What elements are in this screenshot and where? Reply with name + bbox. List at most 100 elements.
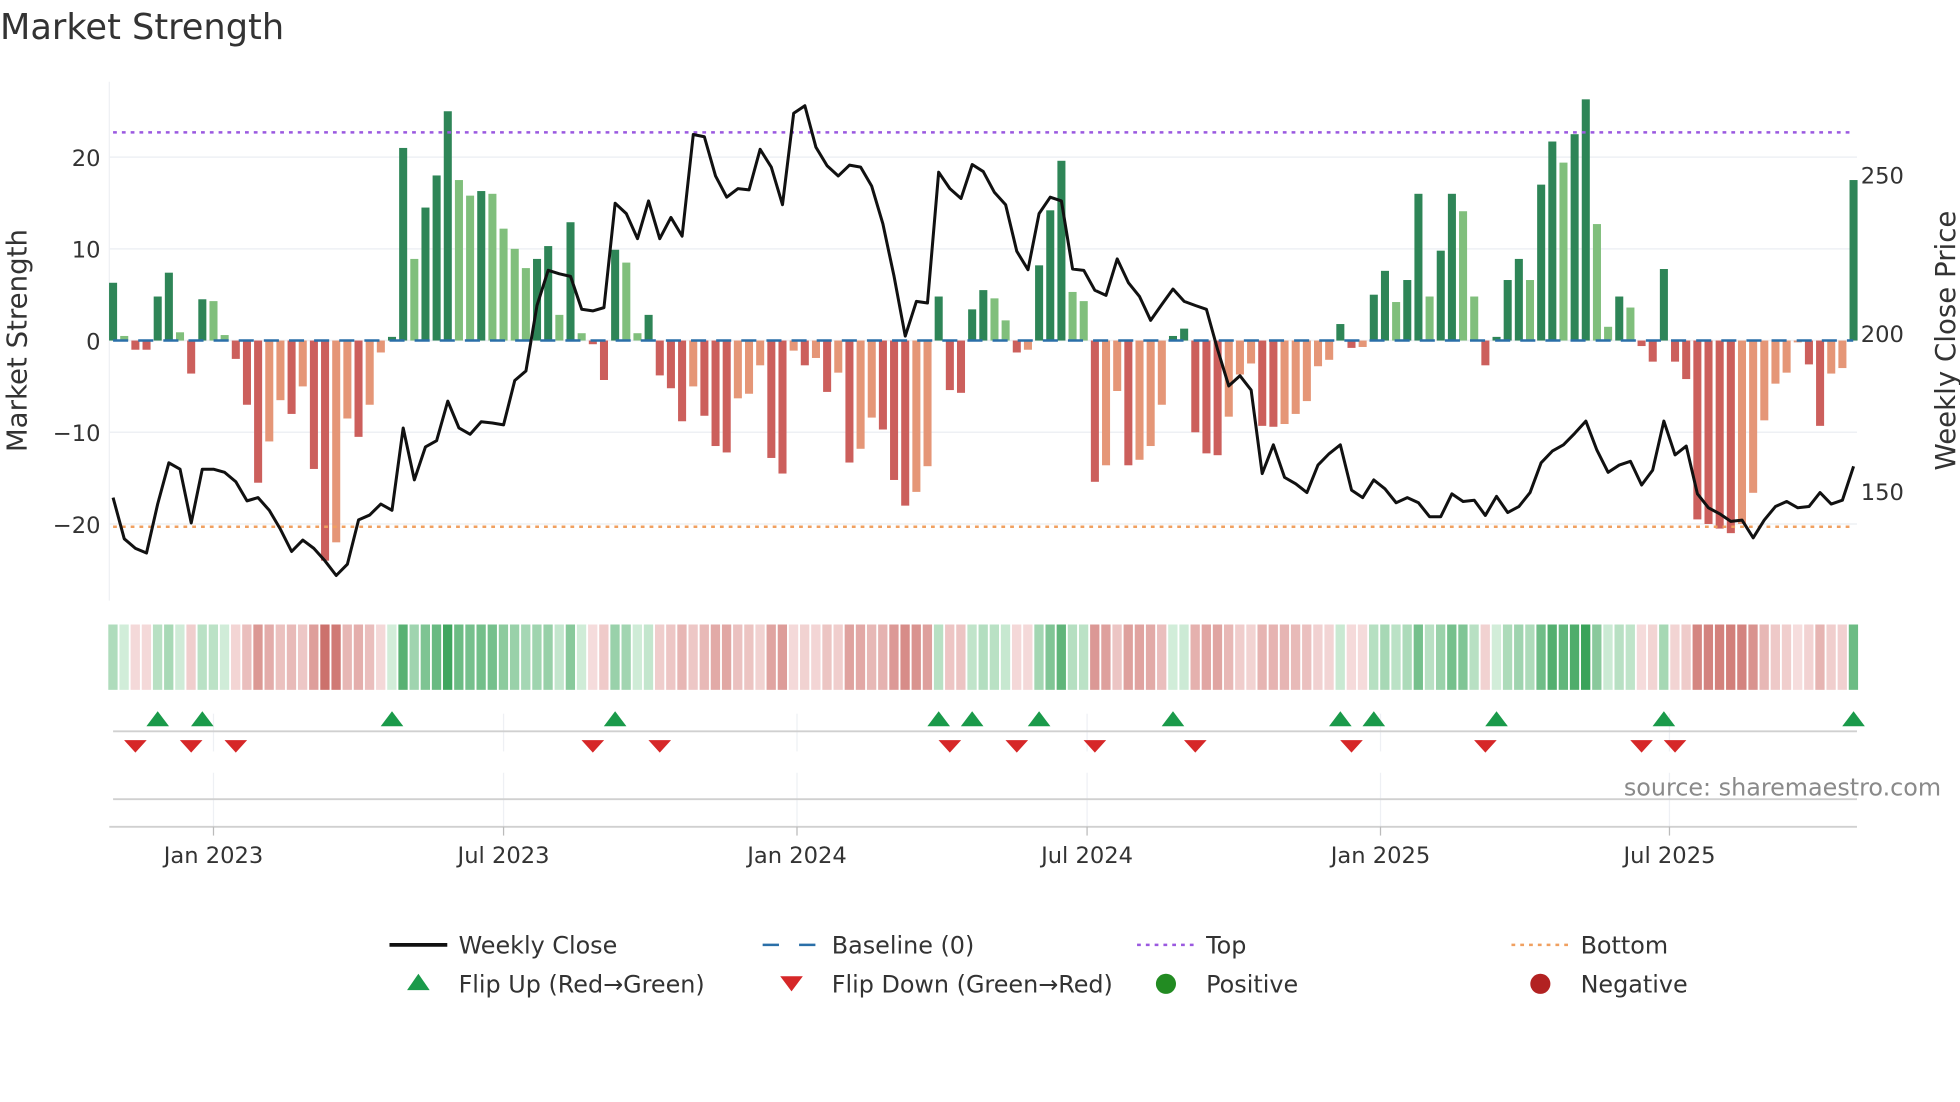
legend-label: Baseline (0) — [832, 932, 975, 960]
heat-cell — [744, 624, 754, 690]
heat-cell — [1726, 624, 1736, 690]
strength-bar — [1046, 210, 1055, 341]
heat-cell — [866, 624, 877, 690]
heat-cell — [1491, 624, 1502, 690]
flip-down-marker — [224, 740, 248, 753]
strength-bar — [968, 309, 977, 341]
heat-cell — [1056, 624, 1066, 690]
y-tick-label: 0 — [86, 329, 100, 355]
strength-bar — [979, 290, 988, 341]
heat-cell — [654, 624, 665, 690]
heat-cell — [766, 624, 776, 690]
flip-down-marker — [124, 740, 147, 753]
flip-up-marker — [603, 711, 627, 727]
strength-bar — [287, 340, 296, 414]
heat-cell — [186, 624, 196, 690]
heat-cell — [699, 624, 709, 690]
heat-cell — [387, 624, 397, 690]
strength-bar — [1604, 326, 1613, 341]
flip-down-marker — [1183, 740, 1207, 753]
heat-cell — [1525, 624, 1535, 690]
heat-cell — [1201, 624, 1211, 690]
heat-cell — [956, 624, 966, 690]
heat-cell — [454, 624, 464, 690]
heat-cell — [933, 624, 944, 690]
strength-bar — [187, 340, 196, 374]
heat-cell — [855, 624, 866, 690]
strength-bar — [1057, 160, 1066, 341]
legend: Weekly Close Baseline (0) Top Bottom Flip Up… — [389, 932, 1688, 999]
heat-cell — [1692, 624, 1702, 690]
strength-bar — [1816, 340, 1825, 426]
heat-cell — [1357, 624, 1368, 690]
flip-markers — [109, 711, 1865, 828]
x-tick-label: Jul 2023 — [456, 843, 550, 869]
heat-cell — [1781, 624, 1792, 690]
heat-cell — [1101, 624, 1111, 690]
heat-cell — [253, 624, 263, 690]
heat-cell — [1302, 624, 1312, 690]
strength-bar — [800, 340, 809, 366]
strength-bar — [1336, 324, 1345, 341]
strength-bar — [611, 249, 620, 341]
heat-cell — [1034, 624, 1044, 690]
flip-up-marker — [1485, 711, 1508, 727]
strength-bar — [432, 175, 441, 341]
heat-cell — [554, 624, 564, 690]
heat-cell — [632, 624, 642, 690]
strength-bar — [912, 340, 921, 492]
strength-bar — [1637, 340, 1646, 347]
strength-bar — [1559, 162, 1568, 341]
strength-bar — [1737, 340, 1747, 524]
heat-cell — [175, 624, 185, 690]
heat-cell — [576, 624, 587, 690]
strength-bar — [1771, 340, 1780, 384]
strength-bar — [756, 340, 765, 366]
heat-cell — [476, 624, 486, 690]
strength-bar — [633, 333, 642, 341]
heat-cell — [364, 624, 375, 690]
heat-cell — [1458, 624, 1468, 690]
heat-cell — [1592, 624, 1602, 690]
flip-up-marker — [1027, 711, 1051, 727]
strength-bar — [878, 340, 887, 430]
heat-cell — [1815, 624, 1825, 690]
heat-cell — [242, 624, 252, 690]
heat-cell — [1145, 624, 1156, 690]
strength-bar — [443, 111, 452, 341]
chart-title: Market Strength — [0, 7, 284, 48]
strength-bar — [198, 299, 207, 341]
x-tick-label: Jan 2023 — [162, 843, 264, 869]
heat-cell — [788, 624, 799, 690]
strength-bar — [811, 340, 820, 358]
legend-circle-icon — [1530, 973, 1551, 994]
flip-up-marker — [1842, 711, 1865, 727]
flip-up-marker — [146, 711, 170, 727]
heat-cell — [889, 624, 899, 690]
y2-axis-label: Weekly Close Price — [1929, 211, 1960, 471]
heat-cell — [231, 624, 241, 690]
y-tick-label: 20 — [72, 146, 101, 172]
heat-cell — [297, 624, 308, 690]
legend-triangle-down-icon — [780, 976, 803, 992]
heat-cell — [1558, 624, 1568, 690]
strength-bar — [901, 340, 910, 506]
heat-cell — [1848, 624, 1859, 690]
strength-bar — [1102, 340, 1111, 466]
strength-bar — [1001, 320, 1010, 341]
strength-bar — [1470, 296, 1479, 341]
heat-cell — [1759, 624, 1769, 690]
strength-bar — [655, 340, 664, 376]
heat-cell — [1547, 624, 1557, 690]
heat-cell — [1447, 624, 1457, 690]
heat-cell — [1748, 624, 1758, 690]
heat-cell — [833, 624, 843, 690]
heat-cell — [465, 624, 475, 690]
strength-bar — [1113, 340, 1122, 391]
heat-cell — [1123, 624, 1133, 690]
strength-bar — [689, 340, 698, 387]
heat-cell — [1090, 624, 1100, 690]
legend-label: Top — [1205, 932, 1246, 960]
heat-cell — [677, 624, 687, 690]
heat-cell — [822, 624, 832, 690]
